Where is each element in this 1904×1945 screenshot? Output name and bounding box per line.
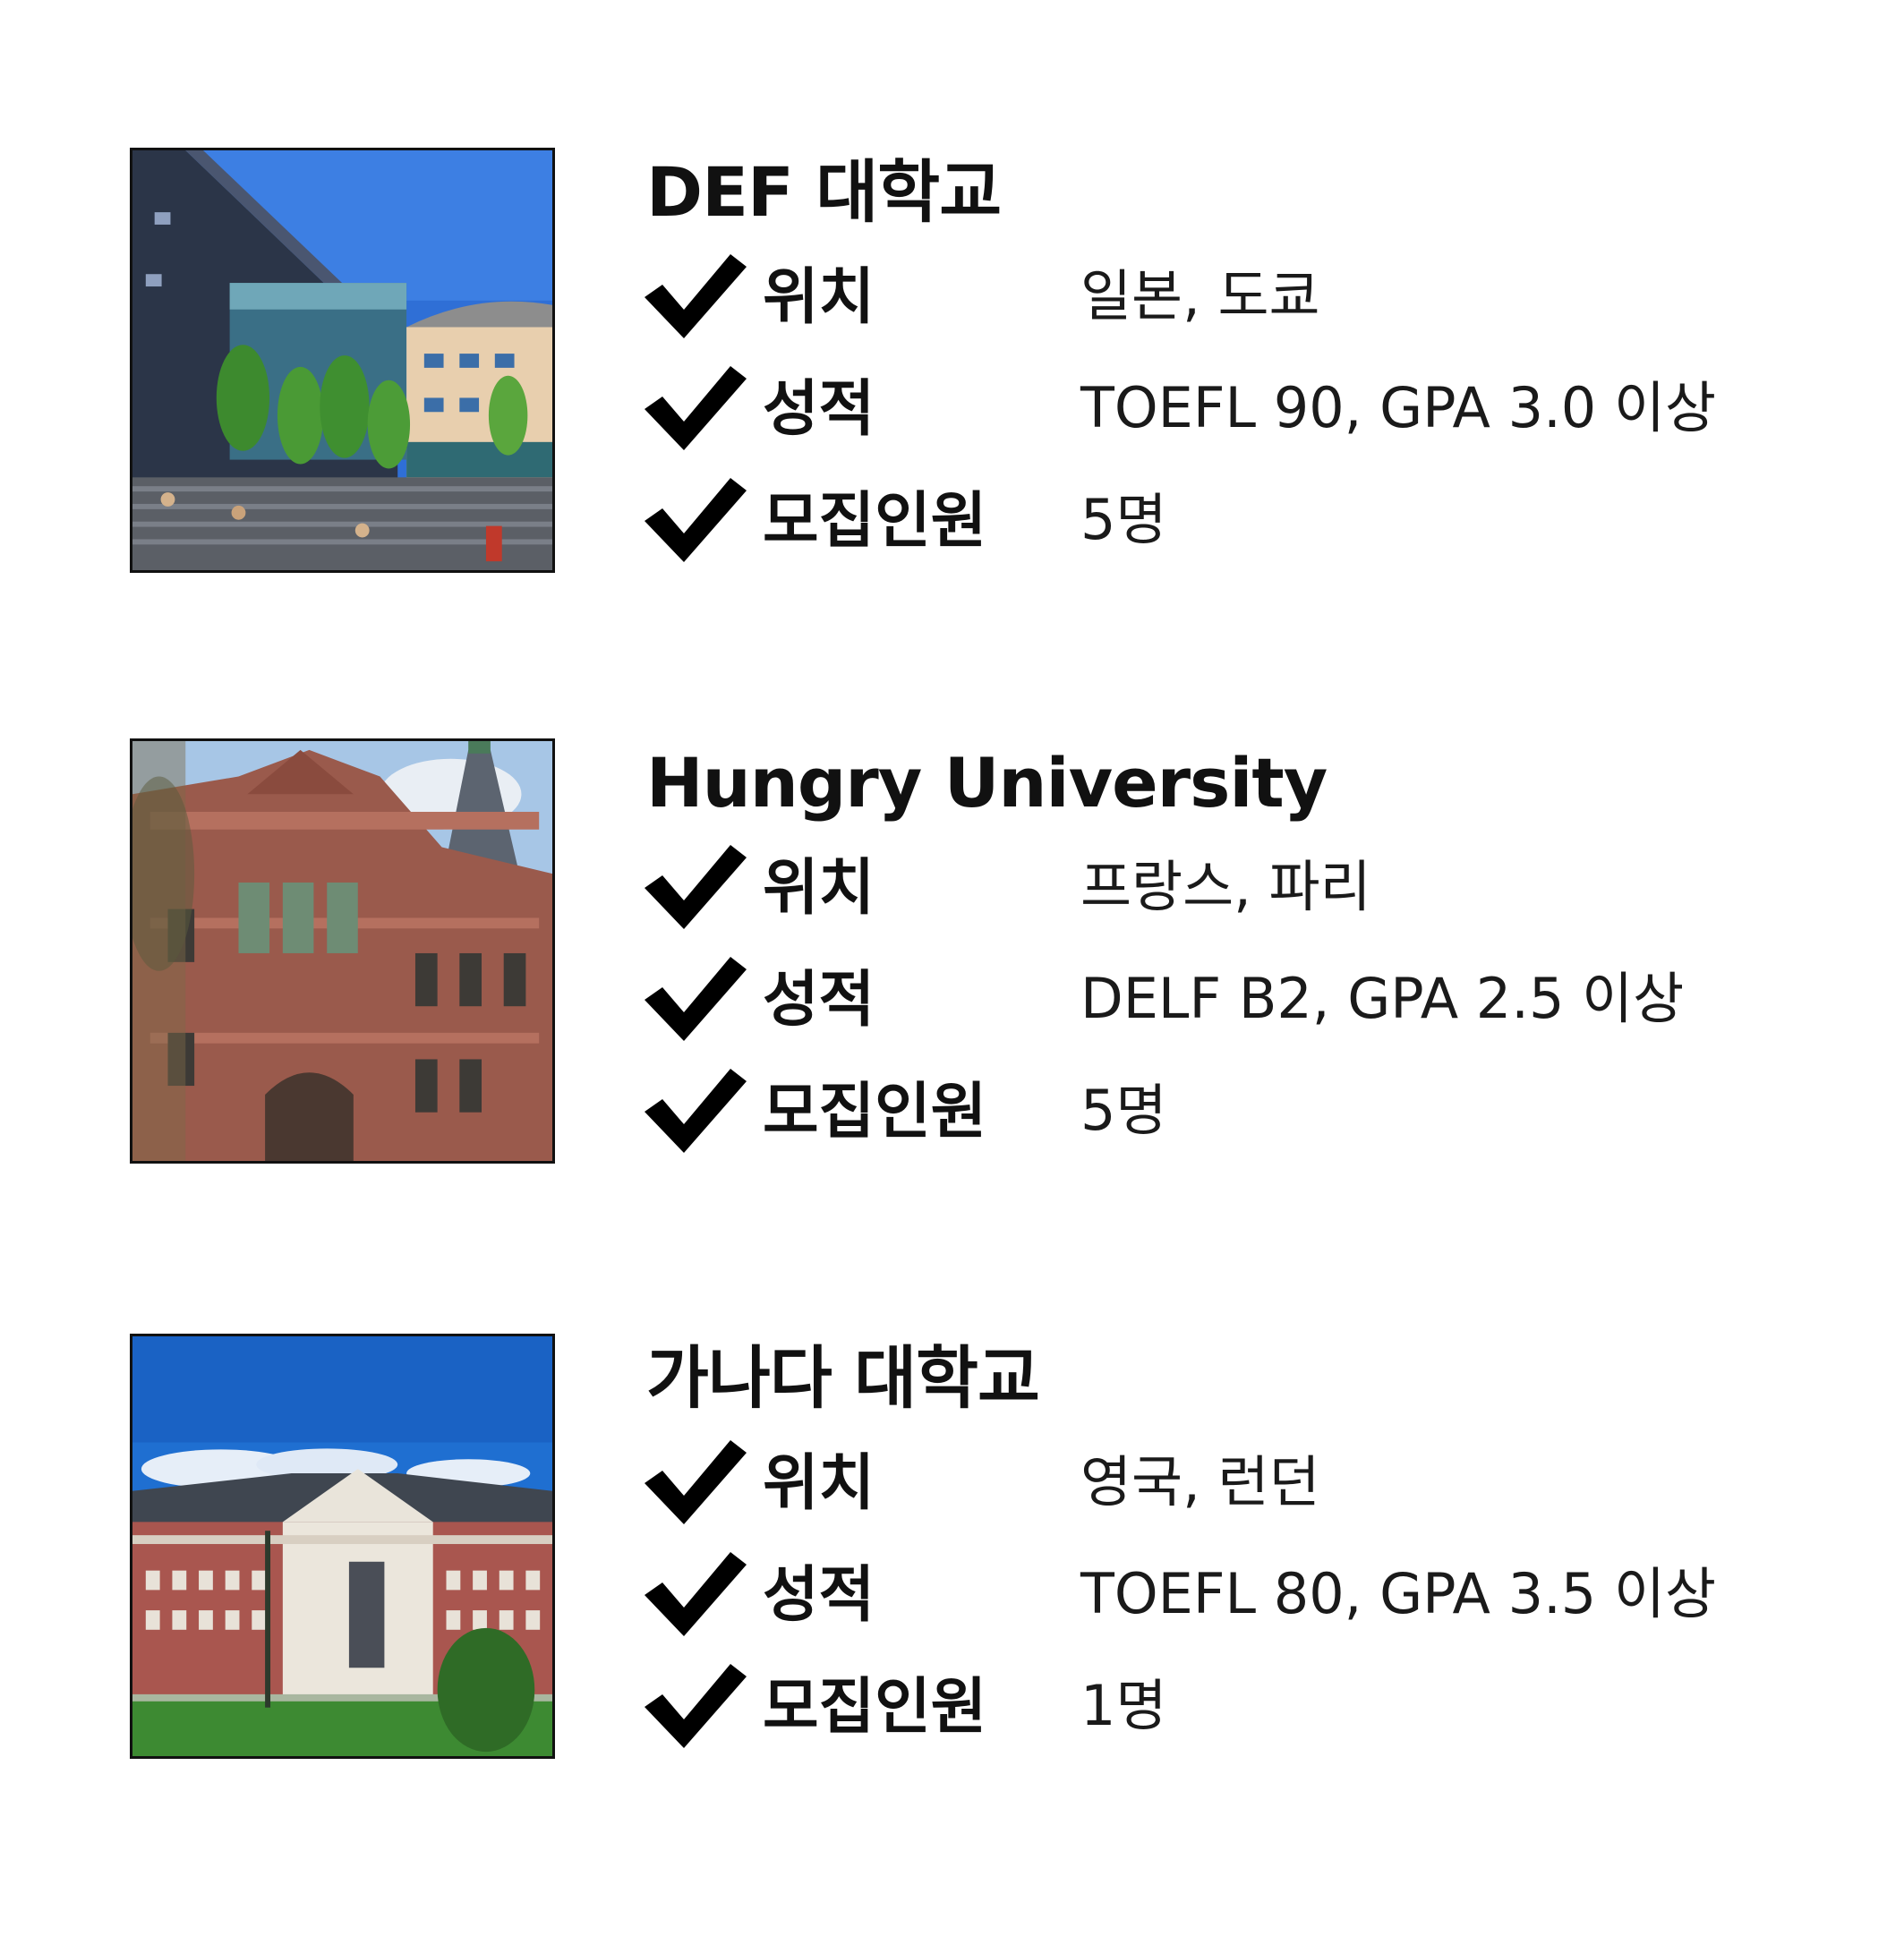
info-label: 위치 <box>763 853 875 924</box>
info-row-quota: 모집인원 5명 <box>637 474 1873 573</box>
checkmark-icon <box>645 254 747 338</box>
info-label: 모집인원 <box>763 486 987 557</box>
checkmark-icon <box>645 1664 747 1748</box>
info-label: 모집인원 <box>763 1077 987 1147</box>
info-value: 일본, 도쿄 <box>1080 263 1320 328</box>
info-row-location: 위치 영국, 런던 <box>637 1437 1873 1535</box>
university-entry-3: 가나다 대학교 위치 영국, 런던 성적 TOEFL 80, GPA 3.5 이… <box>0 1334 1904 1772</box>
university-entry-1: DEF 대학교 위치 일본, 도쿄 성적 TOEFL 90, GPA 3.0 이… <box>0 148 1904 586</box>
info-value: 5명 <box>1080 1078 1167 1143</box>
info-value: 영국, 런던 <box>1080 1449 1320 1514</box>
info-label: 성적 <box>763 965 875 1036</box>
checkmark-icon <box>645 1069 747 1153</box>
info-row-grades: 성적 DELF B2, GPA 2.5 이상 <box>637 953 1873 1052</box>
checkmark-icon <box>645 478 747 562</box>
university-photo <box>130 738 555 1164</box>
info-label: 성적 <box>763 1560 875 1631</box>
info-label: 성적 <box>763 374 875 445</box>
university-name: Hungry University <box>646 743 1328 823</box>
info-value: 1명 <box>1080 1673 1167 1738</box>
university-name: 가나다 대학교 <box>646 1338 1040 1418</box>
checkmark-icon <box>645 1552 747 1636</box>
info-value: 프랑스, 파리 <box>1080 854 1371 919</box>
checkmark-icon <box>645 1440 747 1524</box>
info-row-quota: 모집인원 5명 <box>637 1065 1873 1164</box>
info-label: 위치 <box>763 1448 875 1519</box>
info-row-grades: 성적 TOEFL 90, GPA 3.0 이상 <box>637 363 1873 461</box>
info-row-quota: 모집인원 1명 <box>637 1660 1873 1759</box>
checkmark-icon <box>645 366 747 450</box>
checkmark-icon <box>645 957 747 1041</box>
checkmark-icon <box>645 845 747 929</box>
university-photo <box>130 148 555 573</box>
info-label: 모집인원 <box>763 1672 987 1743</box>
info-value: TOEFL 90, GPA 3.0 이상 <box>1080 375 1717 440</box>
university-name: DEF 대학교 <box>646 152 1002 232</box>
info-value: 5명 <box>1080 487 1167 552</box>
university-entry-2: Hungry University 위치 프랑스, 파리 성적 DELF B2,… <box>0 738 1904 1177</box>
info-value: TOEFL 80, GPA 3.5 이상 <box>1080 1561 1717 1626</box>
info-row-grades: 성적 TOEFL 80, GPA 3.5 이상 <box>637 1548 1873 1647</box>
info-row-location: 위치 프랑스, 파리 <box>637 841 1873 940</box>
info-label: 위치 <box>763 262 875 333</box>
info-value: DELF B2, GPA 2.5 이상 <box>1080 966 1685 1031</box>
university-photo <box>130 1334 555 1759</box>
info-row-location: 위치 일본, 도쿄 <box>637 251 1873 349</box>
